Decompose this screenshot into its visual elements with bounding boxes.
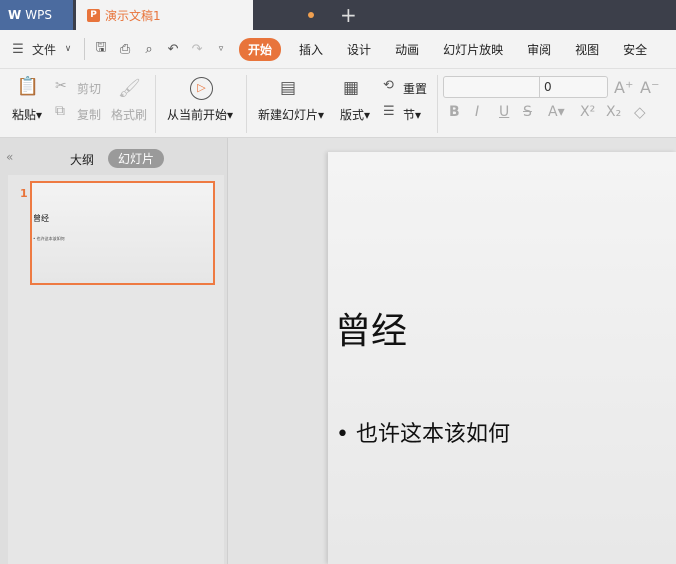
slides-tab[interactable]: 幻灯片 (108, 149, 165, 168)
slide-thumbnail[interactable]: 曾经 • 也许这本该如何 (30, 181, 215, 285)
slide-canvas[interactable]: 曾经 • 也许这本该如何 (328, 152, 676, 564)
new-slide-button[interactable]: 新建幻灯片▾ (258, 106, 324, 123)
play-icon[interactable]: ▷ (190, 77, 213, 100)
presentation-icon: P (87, 8, 100, 22)
section-icon: ☰ (383, 104, 395, 119)
tab-animation[interactable]: 动画 (383, 41, 431, 58)
collapse-panel-icon[interactable]: « (6, 150, 13, 164)
slide-title[interactable]: 曾经 (335, 302, 407, 354)
superscript-icon[interactable]: X² (580, 104, 595, 120)
bold-icon[interactable]: B (449, 104, 460, 120)
format-painter-button[interactable]: 格式刷 (111, 106, 147, 123)
layout-button[interactable]: 版式▾ (340, 106, 370, 123)
paste-icon[interactable]: 📋 (16, 76, 40, 97)
wps-logo-icon: W (8, 8, 22, 22)
menu-bar: ☰ 文件 ∨ 🖫 ⎙ ⌕ ↶ ↷ ▿ 开始 插入 设计 动画 幻灯片放映 审阅 … (0, 30, 676, 68)
italic-icon[interactable]: I (475, 104, 479, 120)
slide-number: 1 (20, 187, 28, 200)
divider (437, 75, 438, 133)
subscript-icon[interactable]: X₂ (606, 104, 621, 120)
divider (155, 75, 156, 133)
tab-design[interactable]: 设计 (335, 41, 383, 58)
outline-tab[interactable]: 大纲 (70, 151, 94, 168)
hamburger-icon[interactable]: ☰ (6, 42, 30, 57)
reset-icon: ⟲ (383, 78, 394, 93)
tab-view[interactable]: 视图 (563, 41, 611, 58)
layout-icon[interactable]: ▦ (343, 78, 359, 98)
paste-button[interactable]: 粘贴▾ (12, 106, 42, 123)
format-painter-icon: 🖌 (118, 78, 141, 99)
save-icon[interactable]: 🖫 (89, 38, 113, 60)
font-name-input[interactable] (443, 76, 540, 98)
thumb-bullet: • 也许这本该如何 (33, 236, 65, 241)
increase-font-icon[interactable]: A⁺ (614, 78, 633, 97)
scissors-icon: ✂ (55, 78, 67, 94)
cut-button[interactable]: 剪切 (77, 80, 101, 97)
divider (84, 38, 86, 60)
divider (246, 75, 247, 133)
print-icon[interactable]: ⎙ (113, 42, 137, 57)
unsaved-indicator (308, 12, 314, 18)
new-slide-icon[interactable]: ▤ (280, 78, 296, 98)
file-menu[interactable]: 文件 (32, 41, 56, 58)
tab-home[interactable]: 开始 (239, 37, 282, 61)
new-tab-button[interactable]: + (340, 3, 357, 27)
underline-icon[interactable]: U (499, 104, 509, 120)
section-button[interactable]: 节▾ (403, 106, 421, 123)
chevron-down-icon[interactable]: ∨ (56, 44, 80, 54)
thumb-title: 曾经 (33, 214, 49, 223)
copy-button[interactable]: 复制 (77, 106, 101, 123)
wps-home-tab[interactable]: W WPS (0, 0, 73, 30)
eraser-icon[interactable]: ◇ (634, 103, 646, 121)
decrease-font-icon[interactable]: A⁻ (640, 78, 659, 97)
document-tab[interactable]: P 演示文稿1 (76, 0, 253, 30)
more-icon[interactable]: ▿ (209, 44, 233, 54)
copy-icon: ⧉ (55, 103, 65, 119)
play-from-current-button[interactable]: 从当前开始▾ (167, 106, 233, 123)
font-size-input[interactable]: 0 (539, 76, 608, 98)
strikethrough-icon[interactable]: S (523, 104, 532, 120)
undo-icon[interactable]: ↶ (161, 42, 185, 57)
print-preview-icon[interactable]: ⌕ (137, 42, 161, 57)
font-color-icon[interactable]: A▾ (548, 104, 565, 120)
slide-bullet[interactable]: • 也许这本该如何 (336, 416, 510, 448)
reset-button[interactable]: 重置 (403, 80, 427, 97)
tab-slideshow[interactable]: 幻灯片放映 (431, 41, 515, 58)
tab-security[interactable]: 安全 (611, 41, 659, 58)
redo-icon[interactable]: ↷ (185, 42, 209, 57)
tab-review[interactable]: 审阅 (515, 41, 563, 58)
tab-insert[interactable]: 插入 (287, 41, 335, 58)
